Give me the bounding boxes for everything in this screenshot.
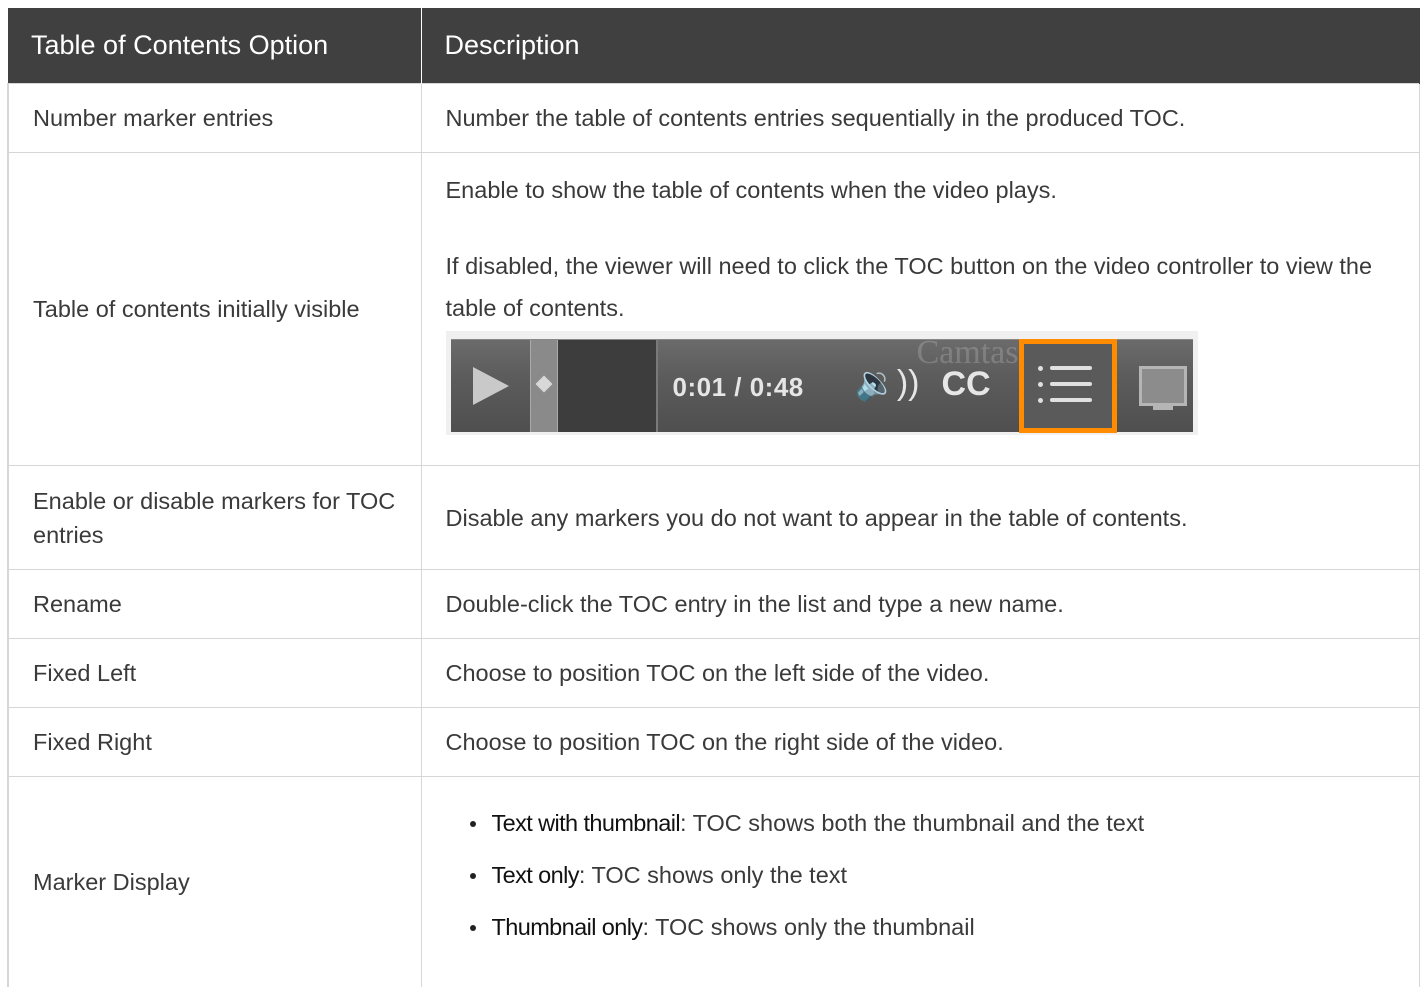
option-cell: Table of contents initially visible [8,153,421,466]
option-cell: Marker Display [8,777,421,987]
header-description: Description [421,8,1419,84]
description-cell: Disable any markers you do not want to a… [421,466,1419,570]
description-cell: Choose to position TOC on the right side… [421,708,1419,777]
list-item-text: : TOC shows only the thumbnail [642,914,974,940]
fullscreen-icon-stand [1153,406,1173,410]
table-row: Rename Double-click the TOC entry in the… [8,570,1419,639]
controller-bar: 0:01 / 0:48 Camtasia 🔉)) CC [451,339,1193,432]
table-row: Fixed Right Choose to position TOC on th… [8,708,1419,777]
list-item: Thumbnail only: TOC shows only the thumb… [492,901,1397,953]
fullscreen-icon [1139,366,1187,406]
list-item-text: : TOC shows both the thumbnail and the t… [680,810,1144,836]
progress-track [558,340,658,432]
toc-line [1050,366,1092,370]
list-item-text: : TOC shows only the text [579,862,847,888]
list-item: Text only: TOC shows only the text [492,849,1397,901]
toc-icon [1019,339,1117,433]
table-row: Table of contents initially visible Enab… [8,153,1419,466]
description-cell: Number the table of contents entries seq… [421,84,1419,153]
marker-display-list: Text with thumbnail: TOC shows both the … [446,797,1397,953]
description-paragraph: If disabled, the viewer will need to cli… [446,245,1397,329]
table-row: Fixed Left Choose to position TOC on the… [8,639,1419,708]
table-row: Number marker entries Number the table o… [8,84,1419,153]
list-item-term: Thumbnail only [492,914,643,940]
list-item: Text with thumbnail: TOC shows both the … [492,797,1397,849]
option-cell: Rename [8,570,421,639]
toc-dot [1038,398,1043,403]
list-item-term: Text with thumbnail [492,810,680,836]
description-paragraph: Enable to show the table of contents whe… [446,173,1397,207]
table-row: Enable or disable markers for TOC entrie… [8,466,1419,570]
toc-dot [1038,366,1043,371]
table-row: Marker Display Text with thumbnail: TOC … [8,777,1419,987]
play-icon [473,367,509,405]
time-display: 0:01 / 0:48 [673,370,804,404]
toc-line [1050,398,1092,402]
video-controller-image: 0:01 / 0:48 Camtasia 🔉)) CC [446,331,1198,435]
toc-options-table: Table of Contents Option Description Num… [7,8,1420,987]
volume-icon: 🔉)) [855,366,920,400]
header-row: Table of Contents Option Description [8,8,1419,84]
cc-icon: CC [942,367,991,401]
description-cell: Text with thumbnail: TOC shows both the … [421,777,1419,987]
option-cell: Number marker entries [8,84,421,153]
option-cell: Fixed Left [8,639,421,708]
header-option: Table of Contents Option [8,8,421,84]
toc-line [1050,382,1092,386]
description-cell: Choose to position TOC on the left side … [421,639,1419,708]
option-cell: Enable or disable markers for TOC entrie… [8,466,421,570]
description-cell: Double-click the TOC entry in the list a… [421,570,1419,639]
list-item-term: Text only [492,862,579,888]
option-cell: Fixed Right [8,708,421,777]
toc-dot [1038,382,1043,387]
description-cell: Enable to show the table of contents whe… [421,153,1419,466]
